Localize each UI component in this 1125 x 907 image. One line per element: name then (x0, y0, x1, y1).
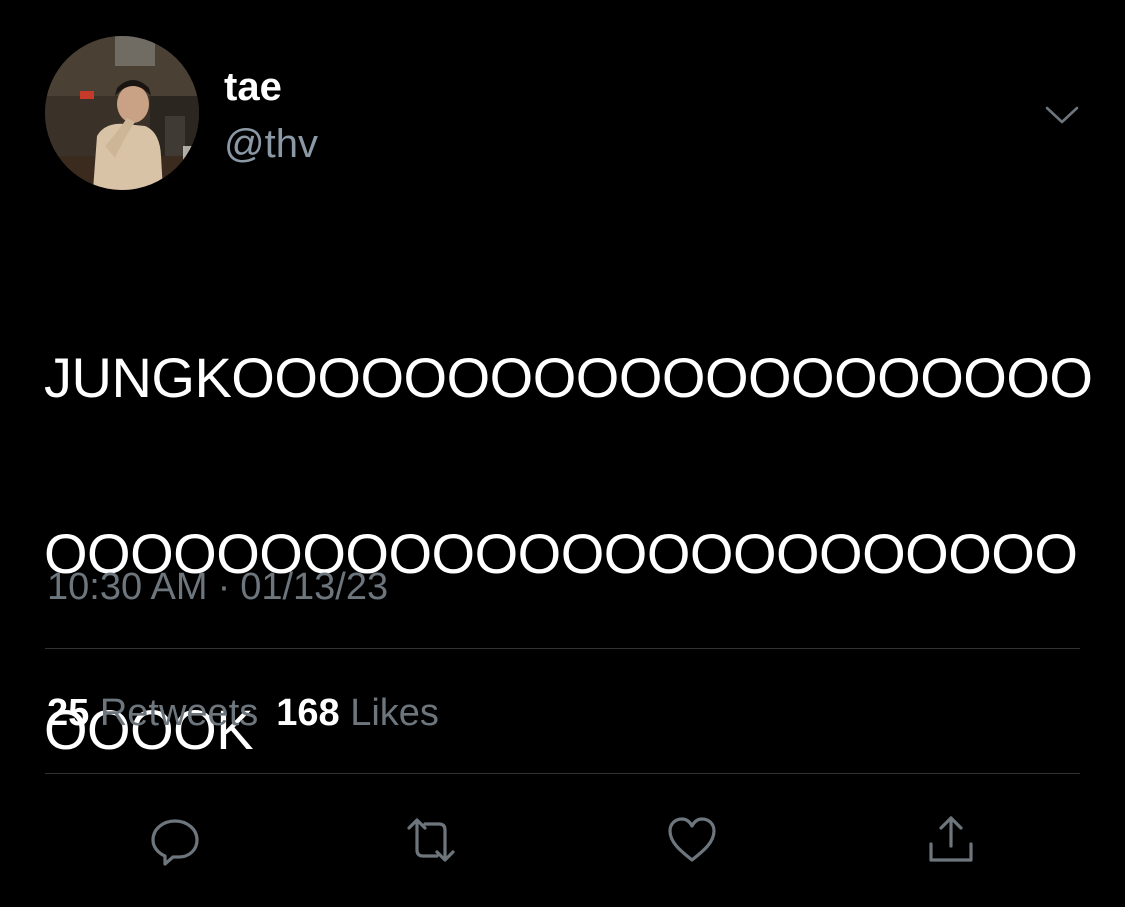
timestamp-separator: · (217, 566, 231, 608)
chevron-down-icon[interactable] (1042, 100, 1082, 130)
divider (45, 648, 1080, 649)
retweets-label: Retweets (99, 692, 259, 734)
retweet-icon (407, 818, 455, 862)
likes-count: 168 (276, 692, 340, 734)
like-button[interactable] (662, 810, 722, 870)
retweets-stat[interactable]: 25 Retweets (47, 692, 258, 734)
avatar[interactable] (45, 36, 199, 190)
tweet-date: 01/13/23 (240, 566, 389, 608)
avatar-photo (45, 36, 199, 190)
reply-button[interactable] (145, 810, 205, 870)
likes-stat[interactable]: 168 Likes (276, 692, 439, 734)
retweet-button[interactable] (401, 810, 461, 870)
tweet-text: JUNGKOOOOOOOOOOOOOOOOOOOO OOOOOOOOOOOOOO… (44, 246, 1104, 862)
divider (45, 773, 1080, 774)
share-button[interactable] (921, 810, 981, 870)
author-handle[interactable]: @thv (224, 119, 318, 169)
reply-icon (151, 819, 199, 866)
heart-icon (668, 817, 716, 862)
likes-label: Likes (350, 692, 439, 734)
share-icon (929, 816, 973, 862)
author-display-name[interactable]: tae (224, 62, 282, 112)
tweet-stats: 25 Retweets 168 Likes (47, 689, 439, 737)
tweet-text-line: JUNGKOOOOOOOOOOOOOOOOOOOO (44, 346, 1093, 409)
tweet-timestamp[interactable]: 10:30 AM · 01/13/23 (47, 563, 388, 611)
retweets-count: 25 (47, 692, 90, 734)
tweet-time: 10:30 AM (47, 566, 208, 608)
